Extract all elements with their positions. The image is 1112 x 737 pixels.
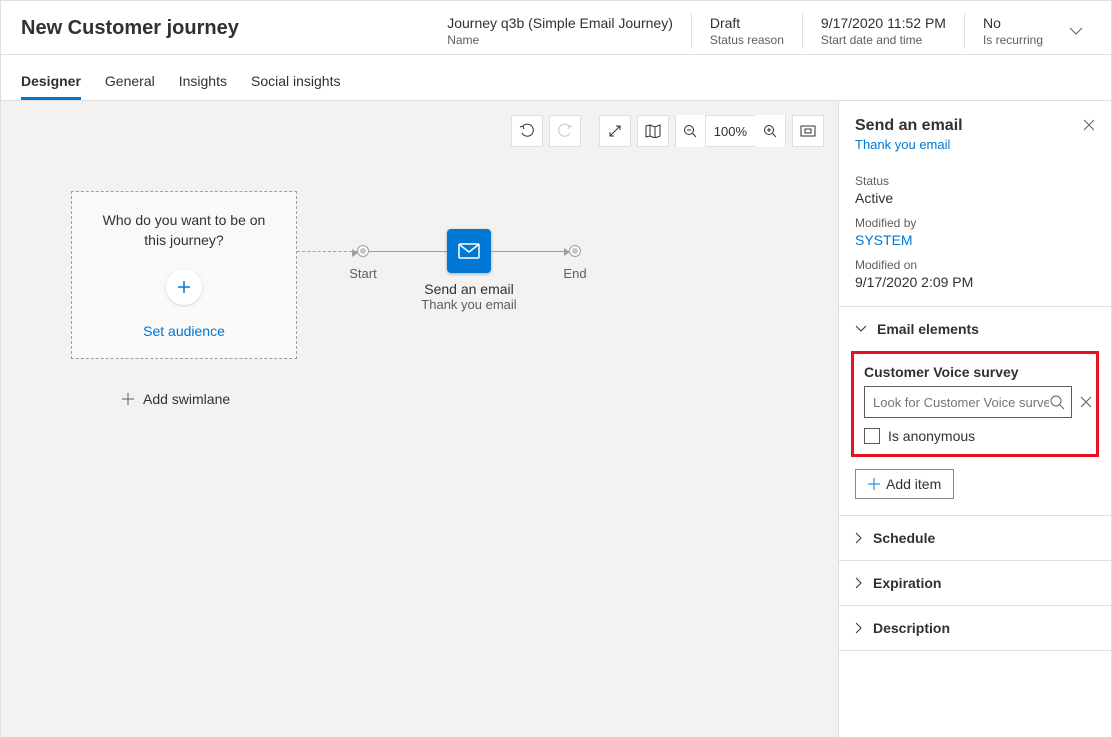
header-field-label: Is recurring	[983, 33, 1043, 47]
header-field-value: Draft	[710, 15, 784, 31]
chevron-right-icon	[855, 532, 863, 544]
section-header-description[interactable]: Description	[839, 606, 1111, 650]
anonymous-checkbox[interactable]	[864, 428, 880, 444]
header-field-label: Start date and time	[821, 33, 946, 47]
section-title: Email elements	[877, 321, 979, 337]
fullscreen-button[interactable]	[599, 115, 631, 147]
tile-subtitle: Thank you email	[421, 297, 516, 312]
section-body-email-elements: Customer Voice survey Is anonymous	[839, 351, 1111, 515]
tab-insights[interactable]: Insights	[179, 65, 227, 100]
end-label: End	[563, 266, 586, 281]
set-audience-link[interactable]: Set audience	[143, 323, 225, 339]
anonymous-checkbox-row[interactable]: Is anonymous	[864, 428, 1086, 444]
survey-lookup	[864, 386, 1086, 418]
section-header-email-elements[interactable]: Email elements	[839, 307, 1111, 351]
start-label: Start	[349, 266, 376, 281]
modified-by-label: Modified by	[855, 216, 1095, 230]
undo-button[interactable]	[511, 115, 543, 147]
add-swimlane-button[interactable]: Add swimlane	[121, 391, 230, 407]
header-field-label: Name	[447, 33, 673, 47]
start-node[interactable]: Start	[357, 245, 369, 257]
add-audience-button[interactable]	[166, 269, 202, 305]
section-header-expiration[interactable]: Expiration	[839, 561, 1111, 605]
chevron-right-icon	[855, 577, 863, 589]
zoom-group: 100%	[675, 115, 786, 147]
section-title: Expiration	[873, 575, 941, 591]
status-value: Active	[855, 190, 1095, 206]
tile-labels: Send an email Thank you email	[421, 281, 516, 312]
header-field-start-date[interactable]: 9/17/2020 11:52 PM Start date and time	[802, 13, 964, 49]
header-field-value: 9/17/2020 11:52 PM	[821, 15, 946, 31]
chevron-down-icon	[855, 325, 867, 333]
chevron-right-icon	[855, 622, 863, 634]
zoom-out-button[interactable]	[676, 115, 706, 147]
expand-header-button[interactable]	[1061, 13, 1091, 35]
section-description: Description	[839, 606, 1111, 651]
plus-icon	[121, 392, 135, 406]
end-node[interactable]: End	[569, 245, 581, 257]
tab-general[interactable]: General	[105, 65, 155, 100]
flow-track: Start Send an email Thank you email End	[297, 229, 581, 273]
main-area: 100% Who do you want to be on this journ…	[1, 101, 1111, 737]
section-title: Schedule	[873, 530, 935, 546]
flow-connector	[297, 251, 357, 252]
page-header: New Customer journey Journey q3b (Simple…	[1, 1, 1111, 55]
survey-lookup-input[interactable]	[864, 386, 1072, 418]
survey-field-label: Customer Voice survey	[864, 364, 1086, 380]
add-item-button[interactable]: Add item	[855, 469, 954, 499]
survey-search-input[interactable]	[873, 395, 1049, 410]
close-panel-button[interactable]	[1083, 117, 1095, 131]
section-header-schedule[interactable]: Schedule	[839, 516, 1111, 560]
panel-subtitle-link[interactable]: Thank you email	[855, 137, 1083, 152]
header-fields: Journey q3b (Simple Email Journey) Name …	[429, 13, 1061, 49]
panel-title: Send an email	[855, 117, 1083, 135]
panel-header: Send an email Thank you email	[839, 101, 1111, 158]
add-item-label: Add item	[886, 476, 941, 492]
header-field-value: No	[983, 15, 1043, 31]
canvas-toolbar: 100%	[511, 115, 824, 147]
mail-icon	[458, 243, 480, 259]
panel-meta: Status Active Modified by SYSTEM Modifie…	[839, 158, 1111, 307]
email-tile[interactable]: Send an email Thank you email	[447, 229, 491, 273]
flow-connector	[369, 251, 447, 252]
anonymous-label: Is anonymous	[888, 428, 975, 444]
header-field-value: Journey q3b (Simple Email Journey)	[447, 15, 673, 31]
header-field-name[interactable]: Journey q3b (Simple Email Journey) Name	[429, 13, 691, 49]
section-schedule: Schedule	[839, 516, 1111, 561]
page-title: New Customer journey	[21, 13, 429, 40]
tile-title: Send an email	[421, 281, 516, 297]
modified-on-label: Modified on	[855, 258, 1095, 272]
survey-clear-button[interactable]	[1080, 396, 1092, 408]
header-field-status[interactable]: Draft Status reason	[691, 13, 802, 49]
fit-to-screen-button[interactable]	[792, 115, 824, 147]
plus-icon	[868, 478, 880, 490]
modified-by-value[interactable]: SYSTEM	[855, 232, 1095, 248]
section-expiration: Expiration	[839, 561, 1111, 606]
audience-question: Who do you want to be on this journey?	[90, 211, 278, 250]
section-title: Description	[873, 620, 950, 636]
zoom-in-button[interactable]	[755, 115, 785, 147]
zoom-level: 100%	[706, 124, 755, 139]
designer-canvas[interactable]: 100% Who do you want to be on this journ…	[1, 101, 839, 737]
tab-designer[interactable]: Designer	[21, 65, 81, 100]
audience-placeholder[interactable]: Who do you want to be on this journey? S…	[71, 191, 297, 359]
add-swimlane-label: Add swimlane	[143, 391, 230, 407]
tab-bar: Designer General Insights Social insight…	[1, 55, 1111, 101]
properties-panel: Send an email Thank you email Status Act…	[839, 101, 1111, 737]
header-field-recurring[interactable]: No Is recurring	[964, 13, 1061, 49]
header-field-label: Status reason	[710, 33, 784, 47]
status-label: Status	[855, 174, 1095, 188]
minimap-button[interactable]	[637, 115, 669, 147]
search-icon	[1049, 394, 1065, 410]
modified-on-value: 9/17/2020 2:09 PM	[855, 274, 1095, 290]
section-email-elements: Email elements Customer Voice survey	[839, 307, 1111, 516]
survey-highlight: Customer Voice survey Is anonymous	[851, 351, 1099, 457]
flow-connector	[491, 251, 569, 252]
tab-social-insights[interactable]: Social insights	[251, 65, 341, 100]
redo-button[interactable]	[549, 115, 581, 147]
